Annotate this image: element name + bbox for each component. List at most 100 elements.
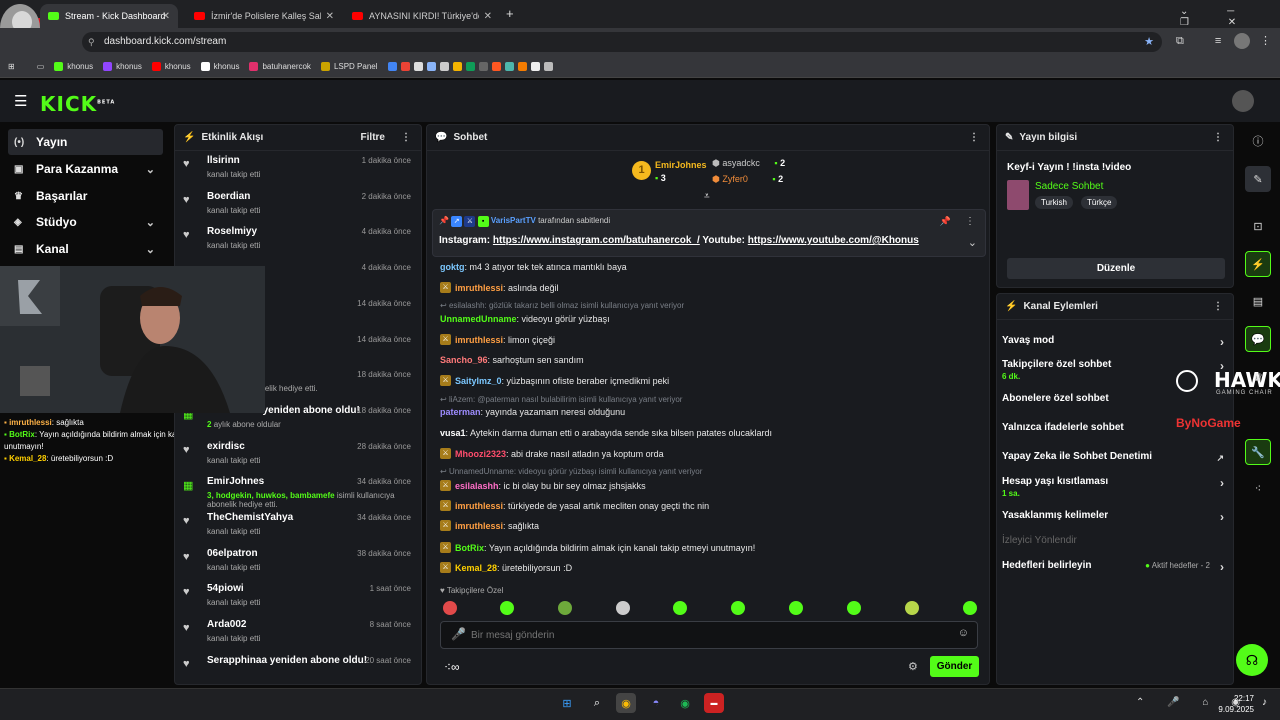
chevron-down-icon[interactable]: ⌄ [968, 236, 977, 249]
windows-start-icon[interactable]: ⊞ [557, 693, 577, 713]
stream-tag[interactable]: Türkçe [1081, 196, 1118, 209]
app-icon[interactable]: ▬ [704, 693, 724, 713]
chat-username[interactable]: Sancho_96 [440, 355, 488, 365]
channel-action-item[interactable]: Yasaklanmış kelimeler › [1002, 510, 1228, 524]
user-avatar[interactable] [1232, 90, 1254, 112]
send-button[interactable]: Gönder [930, 656, 979, 677]
sidebar-item-basarilar[interactable]: ♛ Başarılar [8, 183, 163, 209]
more-options-icon[interactable]: ⋮ [965, 216, 975, 227]
channel-action-item[interactable]: Hedefleri belirleyin › ● Aktif hedefler - … [1002, 560, 1228, 574]
list-icon[interactable]: ▤ [1245, 288, 1271, 314]
activity-user[interactable]: exirdisc [207, 441, 245, 452]
chat-username[interactable]: imruthlessi [455, 335, 503, 345]
activity-user[interactable]: EmirJohnes [207, 476, 264, 487]
bolt-icon[interactable]: ⚡ [1245, 251, 1271, 277]
sidebar-item-yayin[interactable]: (•) Yayın [8, 129, 163, 155]
more-options-icon[interactable]: ⋮ [401, 132, 411, 143]
emoji-icon[interactable]: ☺ [958, 627, 969, 639]
apps-icon[interactable]: ⊞ [8, 62, 15, 71]
emote-icon[interactable] [500, 601, 514, 615]
bookmark-lspd[interactable]: LSPD Panel [320, 62, 378, 71]
chat-username[interactable]: goktg [440, 262, 465, 272]
more-options-icon[interactable]: ⋮ [1213, 301, 1223, 312]
leaderboard-first-name[interactable]: EmirJohnes [655, 160, 707, 170]
filter-button[interactable]: Filtre [361, 132, 385, 143]
close-icon[interactable]: ✕ [162, 11, 170, 22]
emote-icon[interactable] [443, 601, 457, 615]
info-icon[interactable]: ⓘ [1245, 128, 1271, 154]
more-options-icon[interactable]: ⋮ [1213, 132, 1223, 143]
tab-youtube-2[interactable]: AYNASINI KIRDI! Türkiye'de Ya ✕ [344, 4, 500, 28]
chat-username[interactable]: UnnamedUnname [440, 314, 517, 324]
stream-category[interactable]: Sadece Sohbet [1035, 181, 1103, 192]
unpin-icon[interactable]: 📌 [940, 216, 951, 227]
sidebar-item-para-kazanma[interactable]: ▣ Para Kazanma ⌄ [8, 156, 163, 182]
hamburger-menu-icon[interactable]: ☰ [14, 92, 27, 110]
tab-kick-dashboard[interactable]: Stream - Kick Dashboard ✕ [40, 4, 178, 28]
activity-user[interactable]: Roselmiyy [207, 226, 257, 237]
tab-youtube-1[interactable]: İzmir'de Polislere Kalleş Saldırı! ✕ [186, 4, 342, 28]
chat-settings-gear-icon[interactable]: ⚙ [908, 660, 918, 673]
notification-bell-icon[interactable]: ♪ [1262, 697, 1267, 708]
chat-username[interactable]: imruthlessi [455, 501, 503, 511]
menu-icon[interactable]: ⋮ [1260, 34, 1271, 47]
site-info-icon[interactable]: ⚲ [88, 32, 95, 52]
pinned-link[interactable]: https://www.instagram.com/batuhanercok_/ [493, 235, 700, 246]
activity-user[interactable]: 54piowi [207, 583, 244, 594]
bookmark-x[interactable]: khonus [200, 62, 239, 71]
bookmark-kick[interactable]: khonus [54, 62, 93, 71]
bookmark-twitch[interactable]: khonus [103, 62, 142, 71]
close-icon[interactable]: ✕ [326, 11, 334, 22]
channel-action-item[interactable]: Yapay Zeka ile Sohbet Denetimi ↗ [1002, 451, 1228, 463]
chat-username[interactable]: imruthlessi [455, 521, 503, 531]
bookmark-youtube[interactable]: khonus [151, 62, 191, 71]
chat-username[interactable]: Kemal_28 [455, 563, 497, 573]
edit-icon[interactable]: ✎ [1245, 166, 1271, 192]
chat-username[interactable]: Mhoozi2323 [455, 449, 506, 459]
chrome-icon[interactable]: ◉ [616, 693, 636, 713]
clock[interactable]: 22:17 9.09.2025 [1218, 693, 1254, 715]
emote-icon[interactable] [963, 601, 977, 615]
activity-user[interactable]: Serapphinaa yeniden abone oldu! [207, 655, 367, 666]
emote-icon[interactable] [731, 601, 745, 615]
channel-action-item[interactable]: Abonelere özel sohbet [1002, 393, 1228, 404]
more-options-icon[interactable]: ⋮ [969, 132, 979, 143]
activity-user[interactable]: Arda002 [207, 619, 246, 630]
chat-message-input[interactable] [471, 627, 941, 644]
bookmark-instagram[interactable]: batuhanercok [249, 62, 311, 71]
chat-input-box[interactable]: 🎤 ☺ [440, 621, 978, 649]
folder-icon[interactable]: ▭ [37, 62, 45, 71]
pinned-link[interactable]: https://www.youtube.com/@Khonus [748, 235, 919, 246]
activity-user[interactable]: llsirinn [207, 155, 240, 166]
stream-tag[interactable]: Turkish [1035, 196, 1073, 209]
chat-username[interactable]: esilalashh [455, 481, 499, 491]
quick-actions-icon[interactable]: ⁖∞ [444, 660, 460, 674]
support-headset-icon[interactable]: ☊ [1236, 644, 1268, 676]
collapse-leaderboard-icon[interactable]: ⩡ [704, 191, 710, 202]
profile-avatar[interactable] [1234, 33, 1250, 49]
url-field[interactable]: ⚲ dashboard.kick.com/stream ★ [82, 32, 1162, 52]
sidebar-item-kanal[interactable]: ▤ Kanal ⌄ [8, 236, 163, 262]
chat-username[interactable]: imruthlessi [455, 283, 503, 293]
leaderboard-second[interactable]: ⬢ asyadckc ▪ 2 [712, 158, 785, 169]
screenshot-icon[interactable]: ⊡ [1245, 213, 1271, 239]
pinned-by-user[interactable]: VarisPartTV [491, 216, 536, 225]
spotify-icon[interactable]: ◉ [675, 693, 695, 713]
wrench-icon[interactable]: 🔧 [1245, 439, 1271, 465]
discord-icon[interactable]: ◓ [646, 693, 666, 713]
emote-icon[interactable] [558, 601, 572, 615]
leaderboard-third[interactable]: ⬢ Zyfer0 ▪ 2 [712, 174, 783, 185]
kick-logo[interactable]: KICKBETA [40, 92, 115, 116]
activity-user[interactable]: 06elpatron [207, 548, 258, 559]
chat-username[interactable]: Saitylmz_0 [455, 376, 502, 386]
emote-icon[interactable] [616, 601, 630, 615]
bookmark-icons[interactable] [387, 62, 553, 71]
activity-user[interactable]: Boerdian [207, 191, 250, 202]
chat-icon[interactable]: 💬 [1245, 326, 1271, 352]
search-icon[interactable]: ⌕ [587, 693, 607, 713]
channel-action-item[interactable]: Hesap yaşı kısıtlaması 1 sa. › [1002, 476, 1228, 498]
sidebar-item-studyo[interactable]: ◈ Stüdyo ⌄ [8, 209, 163, 235]
edit-stream-button[interactable]: Düzenle [1007, 258, 1225, 279]
emote-icon[interactable] [673, 601, 687, 615]
channel-action-item[interactable]: İzleyici Yönlendir [1002, 535, 1228, 546]
